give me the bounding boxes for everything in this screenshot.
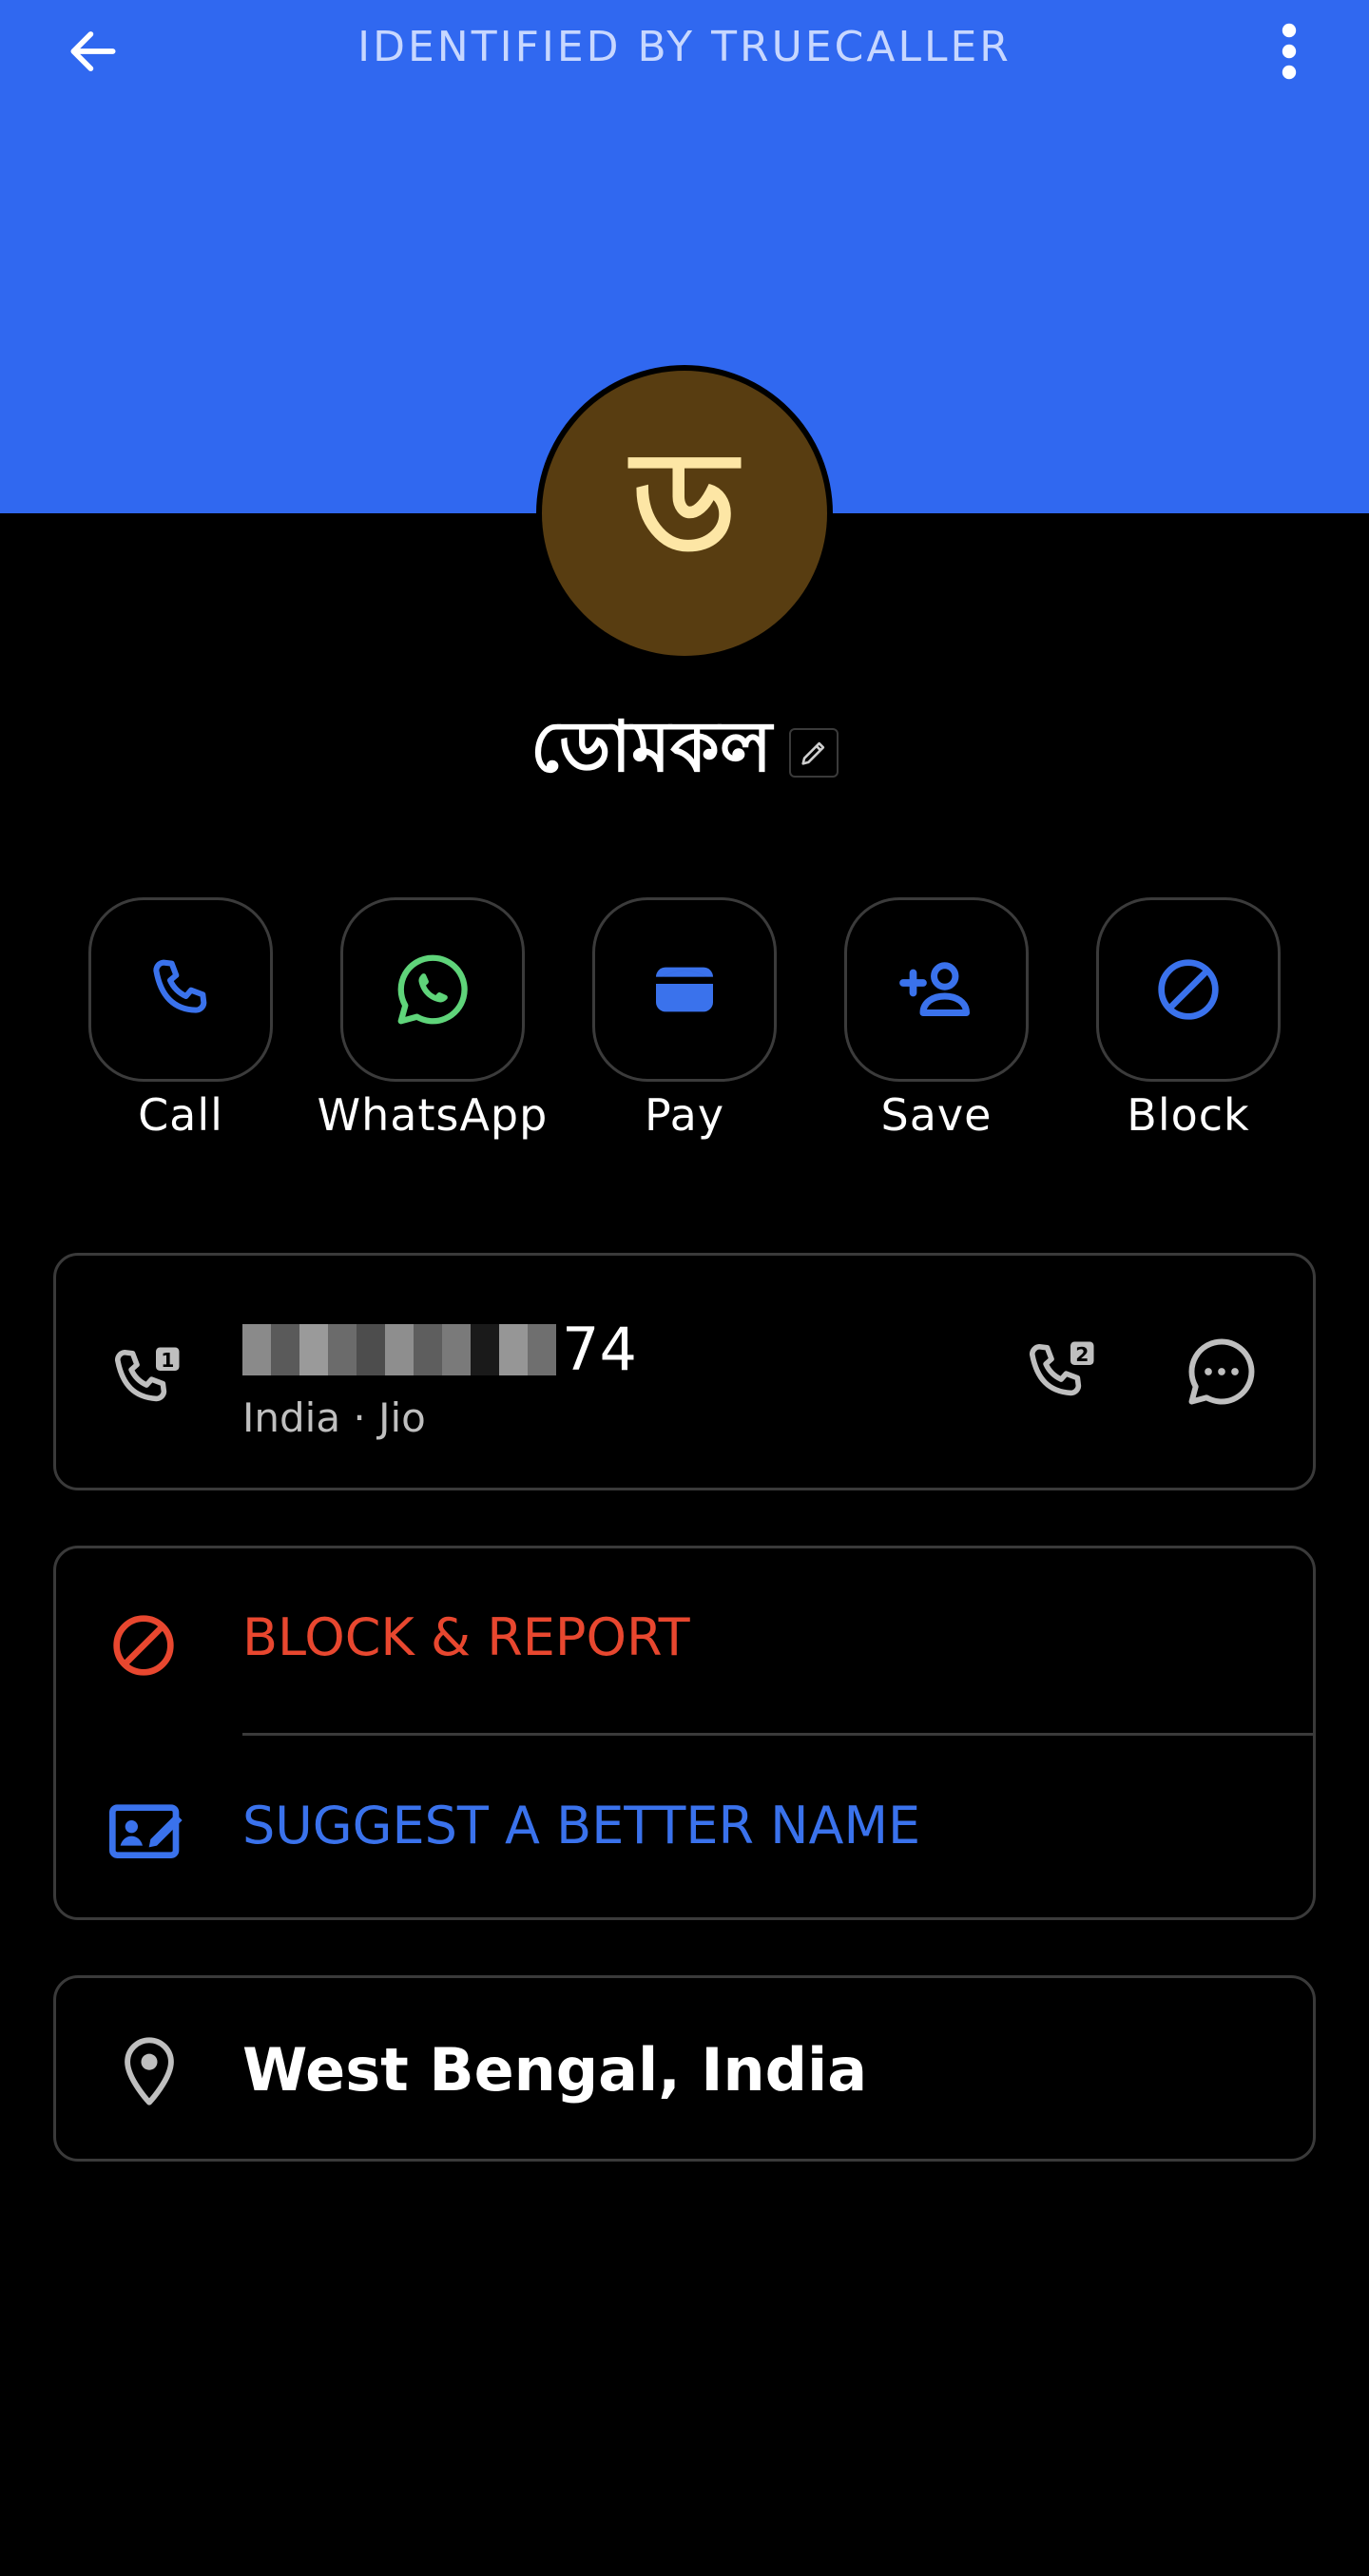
- header-title: IDENTIFIED BY TRUECALLER: [357, 23, 1012, 71]
- contact-name: ডোমকল: [530, 706, 772, 788]
- sim1-call-button[interactable]: 1: [109, 1337, 189, 1421]
- wallet-icon: [656, 967, 713, 1012]
- contact-details-screen: IDENTIFIED BY TRUECALLER ড ডোমকল Call Wh…: [0, 0, 1369, 2576]
- options-card: BLOCK & REPORT SUGGEST A BETTER NAME: [53, 1546, 1316, 1920]
- pay-button[interactable]: [592, 897, 777, 1082]
- block-icon: [1158, 959, 1219, 1020]
- sim2-call-button[interactable]: 2: [1024, 1332, 1115, 1423]
- save-action[interactable]: Save: [813, 897, 1060, 1141]
- pencil-icon: [801, 741, 825, 765]
- location-text: West Bengal, India: [242, 2035, 868, 2105]
- suggest-name-option[interactable]: SUGGEST A BETTER NAME: [56, 1739, 1313, 1919]
- block-action[interactable]: Block: [1065, 897, 1312, 1141]
- pay-action[interactable]: Pay: [561, 897, 808, 1141]
- whatsapp-icon: [397, 954, 468, 1025]
- avatar: ড: [536, 365, 833, 662]
- edit-name-button[interactable]: [788, 727, 839, 778]
- quick-actions: Call WhatsApp Pay Save Block: [0, 897, 1369, 1144]
- svg-text:1: 1: [161, 1349, 174, 1372]
- contact-name-row: ডোমকল: [0, 694, 1369, 811]
- call-button[interactable]: [88, 897, 273, 1082]
- message-icon: [1188, 1338, 1255, 1405]
- phone-number-card: 1 74 India · Jio 2: [53, 1253, 1316, 1490]
- location-card: West Bengal, India: [53, 1975, 1316, 2162]
- phone-icon: [153, 959, 207, 1013]
- save-button[interactable]: [844, 897, 1029, 1082]
- whatsapp-label: WhatsApp: [317, 1089, 549, 1141]
- phone-number-suffix: 74: [562, 1315, 637, 1384]
- more-vertical-icon: [1282, 23, 1297, 80]
- pay-label: Pay: [644, 1089, 725, 1141]
- block-report-label: BLOCK & REPORT: [242, 1607, 690, 1667]
- carrier-info: India · Jio: [242, 1394, 426, 1441]
- suggest-name-icon: [106, 1792, 189, 1872]
- add-person-icon: [899, 962, 970, 1016]
- whatsapp-action[interactable]: WhatsApp: [309, 897, 556, 1141]
- avatar-letter: ড: [542, 371, 827, 656]
- save-label: Save: [880, 1089, 993, 1141]
- phone-sim2-icon: 2: [1029, 1341, 1094, 1396]
- svg-text:2: 2: [1075, 1343, 1089, 1366]
- block-label: Block: [1127, 1089, 1250, 1141]
- options-divider: [242, 1733, 1313, 1736]
- redacted-number-blur: [242, 1323, 556, 1375]
- call-action[interactable]: Call: [57, 897, 304, 1141]
- call-label: Call: [138, 1089, 223, 1141]
- block-button[interactable]: [1096, 897, 1281, 1082]
- suggest-name-label: SUGGEST A BETTER NAME: [242, 1796, 921, 1855]
- whatsapp-button[interactable]: [340, 897, 525, 1082]
- block-report-option[interactable]: BLOCK & REPORT: [56, 1548, 1313, 1729]
- more-options-button[interactable]: [1251, 13, 1327, 89]
- phone-number: 74: [242, 1315, 637, 1384]
- location-pin-icon: [115, 2033, 183, 2113]
- phone-sim1-icon: 1: [114, 1347, 180, 1402]
- message-button[interactable]: [1182, 1332, 1273, 1423]
- block-report-icon: [106, 1607, 182, 1687]
